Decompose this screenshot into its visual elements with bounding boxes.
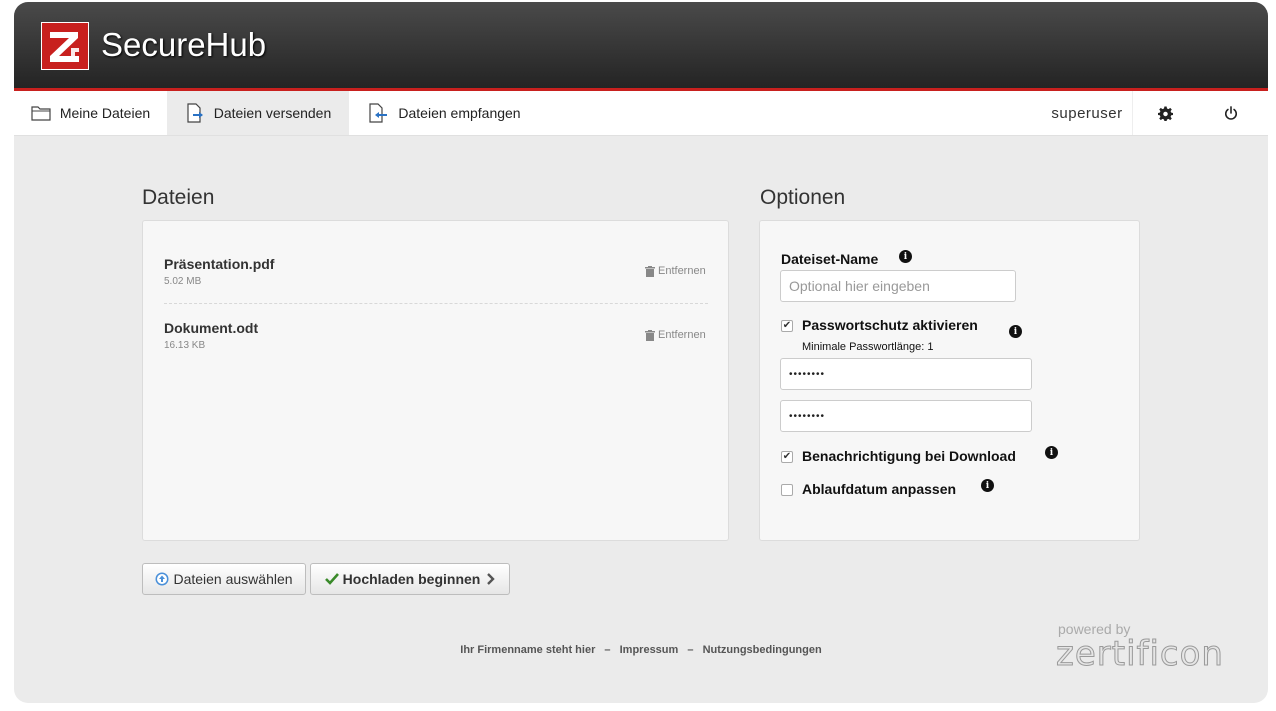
footer-company-link[interactable]: Ihr Firmenname steht hier	[460, 644, 595, 656]
chevron-right-icon	[487, 573, 496, 585]
tab-label: Dateien versenden	[213, 105, 332, 121]
remove-file-button[interactable]: Entfernen	[645, 329, 706, 341]
info-icon[interactable]: i	[1009, 325, 1022, 338]
vendor-logo: zertificon	[1056, 634, 1224, 675]
expiry-date-label: Ablaufdatum anpassen	[802, 481, 957, 497]
remove-file-button[interactable]: Entfernen	[645, 265, 706, 277]
remove-label: Entfernen	[658, 329, 706, 341]
download-notification-checkbox[interactable]: ✔	[781, 451, 793, 463]
header-bar: SecureHub	[14, 2, 1268, 91]
password-protection-label: Passwortschutz aktivieren	[802, 317, 978, 333]
tab-dateien-versenden[interactable]: Dateien versenden	[167, 91, 349, 135]
receive-file-icon	[369, 103, 388, 123]
app-window: SecureHub Meine Dateien Dateien versende…	[14, 2, 1268, 703]
file-name: Dokument.odt	[164, 320, 259, 336]
expiry-date-checkbox[interactable]	[781, 484, 793, 496]
download-notification-label: Benachrichtigung bei Download	[802, 448, 1016, 464]
start-upload-button[interactable]: Hochladen beginnen	[310, 563, 510, 595]
footer-separator: –	[687, 644, 694, 656]
gear-icon	[1157, 105, 1173, 121]
files-panel: Präsentation.pdf 5.02 MB Entfernen Dokum…	[142, 220, 729, 541]
tab-meine-dateien[interactable]: Meine Dateien	[14, 91, 167, 135]
user-menu[interactable]: superuser	[1042, 91, 1133, 135]
trash-icon	[645, 329, 655, 341]
info-icon[interactable]: i	[899, 250, 912, 263]
logout-button[interactable]	[1201, 91, 1261, 135]
select-files-button[interactable]: Dateien auswählen	[142, 563, 306, 595]
upload-circle-icon	[155, 572, 169, 586]
options-panel: Dateiset-Name i ✔ Passwortschutz aktivie…	[759, 220, 1140, 541]
info-icon[interactable]: i	[1045, 446, 1058, 459]
start-upload-label: Hochladen beginnen	[342, 571, 481, 587]
brand-title: SecureHub	[101, 26, 267, 63]
footer-separator: –	[604, 644, 611, 656]
settings-button[interactable]	[1135, 91, 1195, 135]
file-name: Präsentation.pdf	[164, 256, 275, 272]
trash-icon	[645, 265, 655, 277]
main-nav: Meine Dateien Dateien versenden Dateien …	[14, 91, 1268, 136]
footer-imprint-link[interactable]: Impressum	[620, 644, 679, 656]
files-section-title: Dateien	[142, 186, 215, 209]
power-icon	[1225, 106, 1237, 120]
password-hint: Minimale Passwortlänge: 1	[802, 341, 934, 353]
file-divider	[164, 303, 708, 304]
remove-label: Entfernen	[658, 265, 706, 277]
dataset-name-input[interactable]	[780, 270, 1016, 302]
options-section-title: Optionen	[760, 186, 846, 209]
password-protection-checkbox[interactable]: ✔	[781, 320, 793, 332]
folder-icon	[31, 106, 51, 121]
info-icon[interactable]: i	[981, 479, 994, 492]
logo	[41, 22, 89, 70]
footer-terms-link[interactable]: Nutzungsbedingungen	[703, 644, 822, 656]
password-input[interactable]	[780, 358, 1032, 390]
tab-label: Meine Dateien	[59, 105, 151, 121]
file-size: 5.02 MB	[164, 276, 202, 287]
dataset-name-label: Dateiset-Name	[781, 251, 879, 267]
select-files-label: Dateien auswählen	[173, 571, 293, 587]
password-confirm-input[interactable]	[780, 400, 1032, 432]
tab-dateien-empfangen[interactable]: Dateien empfangen	[349, 91, 539, 135]
file-size: 16.13 KB	[164, 340, 206, 351]
send-file-icon	[187, 103, 203, 123]
logo-z-icon	[50, 32, 79, 62]
check-icon	[324, 573, 339, 585]
tab-label: Dateien empfangen	[398, 105, 521, 121]
